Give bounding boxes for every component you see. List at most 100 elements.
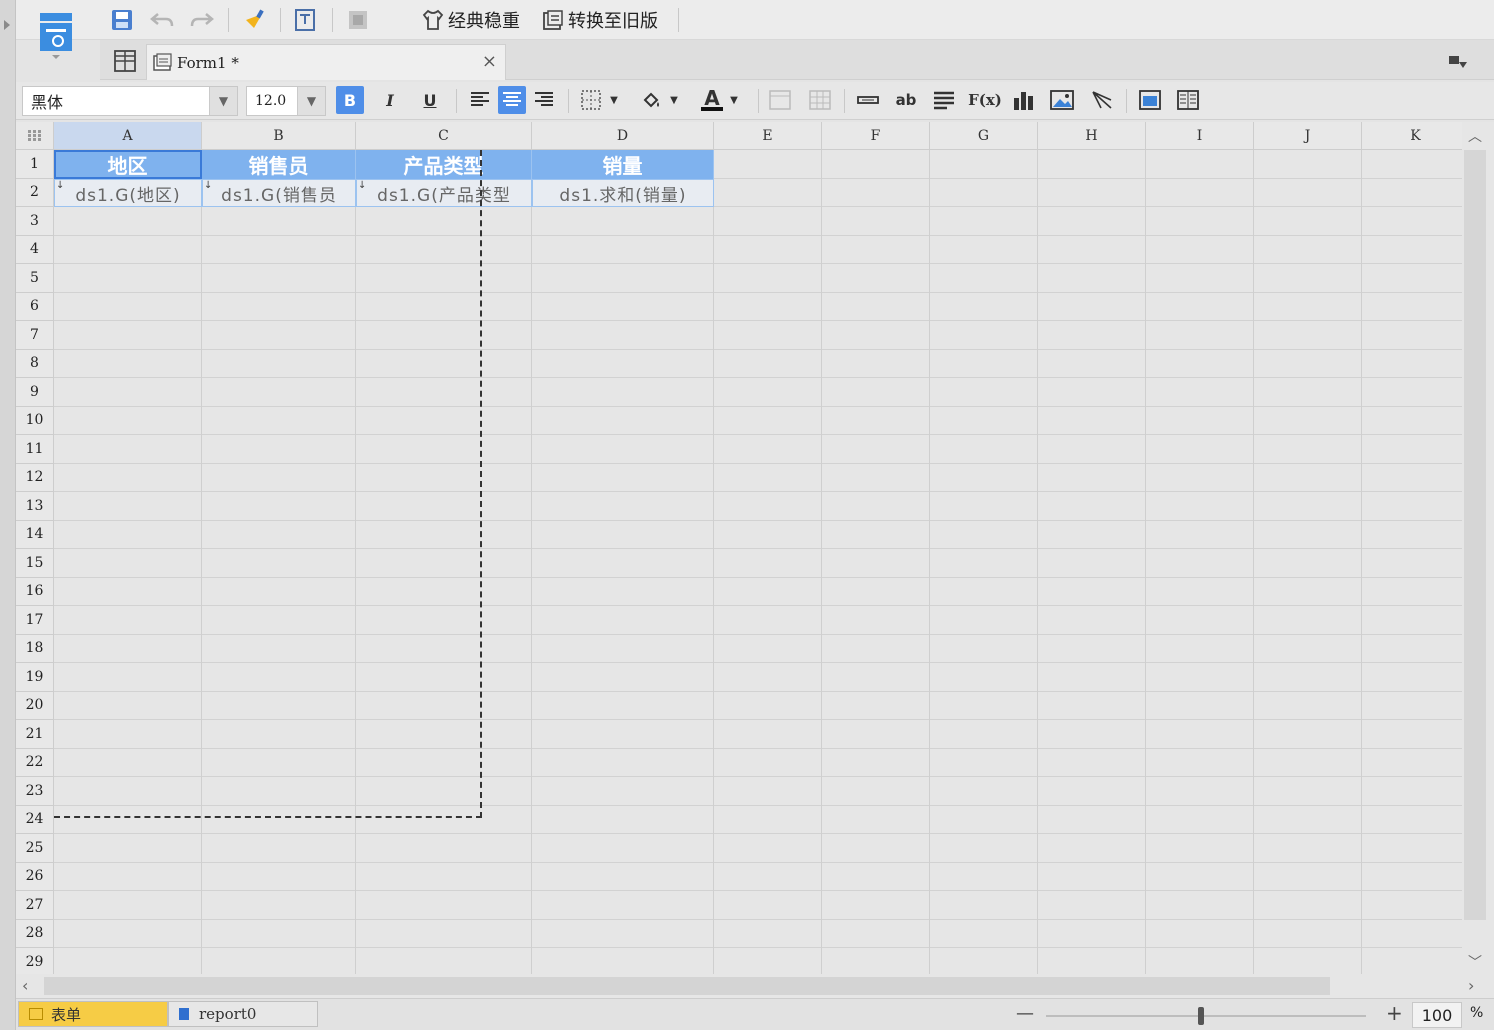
insert-image-icon[interactable] xyxy=(1048,86,1076,114)
scroll-down-icon[interactable]: ﹀ xyxy=(1468,952,1482,972)
column-header-d[interactable]: D xyxy=(532,122,714,150)
format-painter-icon[interactable] xyxy=(240,6,268,34)
cell-D2[interactable]: ds1.求和(销量) xyxy=(532,179,714,207)
row-header-9[interactable]: 9 xyxy=(16,378,54,407)
border-icon[interactable] xyxy=(578,86,606,114)
chevron-down-icon[interactable]: ▼ xyxy=(209,87,237,115)
chevron-down-icon[interactable]: ▼ xyxy=(297,87,325,115)
column-header-j[interactable]: J xyxy=(1254,122,1362,150)
font-color-button[interactable]: A xyxy=(698,86,726,114)
row-header-17[interactable]: 17 xyxy=(16,606,54,635)
row-header-16[interactable]: 16 xyxy=(16,577,54,606)
row-header-24[interactable]: 24 xyxy=(16,805,54,834)
horizontal-scroll-thumb[interactable] xyxy=(44,977,1330,995)
underline-button[interactable]: U xyxy=(416,86,444,114)
insert-formula-icon[interactable]: F(x) xyxy=(968,86,1002,114)
cell-B1[interactable]: 销售员 xyxy=(202,150,356,179)
zoom-input[interactable]: 100 xyxy=(1412,1002,1462,1028)
zoom-slider-handle[interactable] xyxy=(1198,1007,1204,1025)
row-header-26[interactable]: 26 xyxy=(16,862,54,891)
row-header-18[interactable]: 18 xyxy=(16,634,54,663)
panel-toggle-icon[interactable] xyxy=(1446,50,1470,74)
bold-button[interactable]: B xyxy=(336,86,364,114)
row-header-28[interactable]: 28 xyxy=(16,919,54,948)
preview-icon[interactable] xyxy=(292,6,320,34)
undo-icon[interactable] xyxy=(148,6,176,34)
zoom-in-button[interactable]: + xyxy=(1386,1001,1403,1025)
designer-logo-icon[interactable] xyxy=(36,10,76,60)
scroll-right-icon[interactable]: › xyxy=(1468,976,1474,995)
scroll-up-icon[interactable]: ︿ xyxy=(1468,126,1482,146)
row-header-1[interactable]: 1 xyxy=(16,150,54,179)
row-header-23[interactable]: 23 xyxy=(16,777,54,806)
column-header-c[interactable]: C xyxy=(356,122,532,150)
tab-form1[interactable]: Form1 * × xyxy=(146,44,506,80)
row-header-4[interactable]: 4 xyxy=(16,235,54,264)
select-all-corner[interactable] xyxy=(16,122,54,150)
spreadsheet-grid[interactable]: ABCDEFGHIJK 1 2 3 4 5 6 7 8 9 10 11 12 13 14 15 16 17 18 1… xyxy=(16,122,1462,974)
row-header-15[interactable]: 15 xyxy=(16,549,54,578)
column-header-k[interactable]: K xyxy=(1362,122,1462,150)
row-header-2[interactable]: 2 xyxy=(16,178,54,207)
paragraph-icon[interactable] xyxy=(930,86,958,114)
column-header-e[interactable]: E xyxy=(714,122,822,150)
row-header-8[interactable]: 8 xyxy=(16,349,54,378)
font-family-select[interactable]: 黑体 ▼ xyxy=(22,86,238,116)
row-header-20[interactable]: 20 xyxy=(16,691,54,720)
cell-B2[interactable]: ↓ ds1.G(销售员 xyxy=(202,179,356,207)
font-color-dropdown-icon[interactable]: ▼ xyxy=(726,86,742,114)
column-header-f[interactable]: F xyxy=(822,122,930,150)
insert-field-icon[interactable] xyxy=(854,86,882,114)
insert-slash-icon[interactable] xyxy=(1088,86,1116,114)
border-dropdown-icon[interactable]: ▼ xyxy=(606,86,622,114)
row-header-10[interactable]: 10 xyxy=(16,406,54,435)
cell-A1[interactable]: 地区 xyxy=(54,150,202,179)
align-center-icon[interactable] xyxy=(498,86,526,114)
cell-C2[interactable]: ↓ ds1.G(产品类型 xyxy=(356,179,532,207)
vertical-scrollbar[interactable]: ︿ ﹀ xyxy=(1462,122,1494,974)
sheet-tab-report[interactable]: report0 xyxy=(168,1001,318,1027)
expand-arrow-icon[interactable] xyxy=(4,20,10,30)
cell-A2[interactable]: ↓ ds1.G(地区) xyxy=(54,179,202,207)
column-header-a[interactable]: A xyxy=(54,122,202,150)
row-header-21[interactable]: 21 xyxy=(16,720,54,749)
classic-theme-button[interactable]: 经典稳重 xyxy=(422,6,532,34)
cell-C1[interactable]: 产品类型 xyxy=(356,150,532,179)
row-header-19[interactable]: 19 xyxy=(16,663,54,692)
row-header-14[interactable]: 14 xyxy=(16,520,54,549)
row-header-5[interactable]: 5 xyxy=(16,264,54,293)
save-icon[interactable] xyxy=(108,6,136,34)
row-header-29[interactable]: 29 xyxy=(16,948,54,974)
close-icon[interactable]: × xyxy=(482,51,497,72)
vertical-scroll-thumb[interactable] xyxy=(1464,150,1486,920)
zoom-out-button[interactable]: — xyxy=(1016,1003,1034,1024)
cell-D1[interactable]: 销量 xyxy=(532,150,714,179)
sub-report-icon[interactable] xyxy=(1174,86,1202,114)
fill-dropdown-icon[interactable]: ▼ xyxy=(666,86,682,114)
font-size-select[interactable]: 12.0 ▼ xyxy=(246,86,326,116)
zoom-slider[interactable] xyxy=(1046,1015,1366,1017)
float-element-icon[interactable] xyxy=(1136,86,1164,114)
row-header-3[interactable]: 3 xyxy=(16,207,54,236)
row-header-22[interactable]: 22 xyxy=(16,748,54,777)
row-header-7[interactable]: 7 xyxy=(16,321,54,350)
column-header-i[interactable]: I xyxy=(1146,122,1254,150)
fill-color-icon[interactable] xyxy=(638,86,666,114)
scroll-left-icon[interactable]: ‹ xyxy=(22,976,28,995)
italic-button[interactable]: I xyxy=(376,86,404,114)
row-header-25[interactable]: 25 xyxy=(16,834,54,863)
row-header-12[interactable]: 12 xyxy=(16,463,54,492)
row-header-13[interactable]: 13 xyxy=(16,492,54,521)
align-right-icon[interactable] xyxy=(530,86,558,114)
horizontal-scrollbar[interactable]: ‹ › xyxy=(16,974,1494,998)
convert-old-version-button[interactable]: 转换至旧版 xyxy=(542,6,672,34)
align-left-icon[interactable] xyxy=(466,86,494,114)
column-header-h[interactable]: H xyxy=(1038,122,1146,150)
insert-text-icon[interactable]: ab xyxy=(892,86,920,114)
insert-chart-icon[interactable] xyxy=(1010,86,1038,114)
column-header-b[interactable]: B xyxy=(202,122,356,150)
row-header-11[interactable]: 11 xyxy=(16,435,54,464)
grid-view-icon[interactable] xyxy=(110,46,140,76)
sheet-tab-form[interactable]: 表单 xyxy=(18,1001,168,1027)
row-header-27[interactable]: 27 xyxy=(16,891,54,920)
